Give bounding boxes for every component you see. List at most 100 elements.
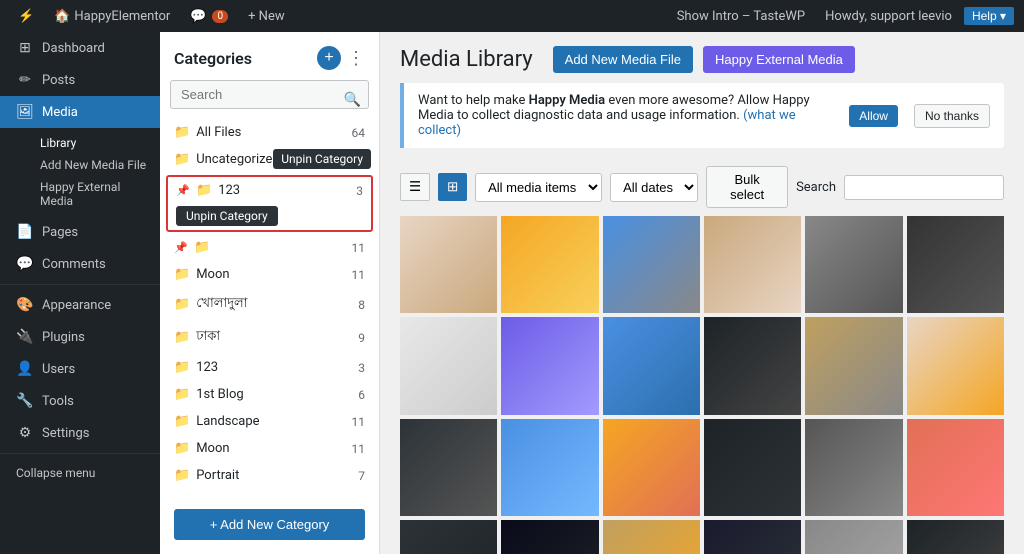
collapse-menu[interactable]: Collapse menu	[0, 458, 160, 488]
category-count: 3	[358, 361, 365, 375]
media-item[interactable]	[805, 520, 902, 554]
media-item[interactable]	[907, 216, 1004, 313]
folder-icon: 📁	[174, 360, 190, 375]
category-item-kholadula[interactable]: 📁 খোলাদুলা 8	[160, 288, 379, 321]
media-item[interactable]	[603, 419, 700, 516]
sidebar-label-pages: Pages	[42, 225, 78, 240]
howdy-item[interactable]: Howdy, support leevio	[817, 9, 960, 24]
category-item-123b[interactable]: 📁 123 3	[160, 354, 379, 381]
media-item[interactable]	[805, 419, 902, 516]
add-new-category-button[interactable]: + Add New Category	[174, 509, 365, 540]
category-item-pinned2[interactable]: 📌 📁 11	[160, 234, 379, 261]
sidebar-item-appearance[interactable]: 🎨 Appearance	[0, 289, 160, 321]
category-name: Landscape	[196, 414, 345, 429]
media-item[interactable]	[907, 419, 1004, 516]
sidebar-item-dashboard[interactable]: ⊞ Dashboard	[0, 32, 160, 64]
media-item[interactable]	[400, 419, 497, 516]
sidebar-item-settings[interactable]: ⚙ Settings	[0, 417, 160, 449]
help-button[interactable]: Help ▾	[964, 7, 1014, 25]
media-item[interactable]	[704, 520, 801, 554]
sidebar-sub-add-new[interactable]: Add New Media File	[32, 154, 160, 176]
media-item[interactable]	[805, 317, 902, 414]
category-count: 11	[352, 241, 366, 255]
wp-logo-icon: ⚡	[18, 9, 34, 24]
folder-icon: 📁	[174, 468, 190, 483]
sidebar-sub-library[interactable]: Library	[32, 132, 160, 154]
comment-icon: 💬	[190, 9, 206, 24]
sidebar-item-media[interactable]: 🖼 Media	[0, 96, 160, 128]
folder-icon: 📁	[174, 152, 190, 167]
unpin-category-button[interactable]: Unpin Category	[176, 206, 278, 226]
folder-icon: 📁	[174, 267, 190, 282]
folder-icon: 📁	[174, 387, 190, 402]
admin-bar-site[interactable]: 🏠 HappyElementor	[46, 0, 178, 32]
admin-bar-new[interactable]: + New	[240, 0, 293, 32]
media-item[interactable]	[501, 419, 598, 516]
media-submenu: Library Add New Media File Happy Externa…	[0, 128, 160, 216]
happy-external-media-button[interactable]: Happy External Media	[703, 46, 855, 73]
grid-view-button[interactable]: ⊞	[438, 173, 467, 201]
category-item-123[interactable]: 📌 📁 123 3	[168, 177, 371, 204]
category-name: 1st Blog	[196, 387, 352, 402]
media-item[interactable]	[907, 317, 1004, 414]
show-intro-item[interactable]: Show Intro – TasteWP	[669, 9, 813, 24]
add-category-button[interactable]: +	[317, 46, 341, 70]
sidebar-item-pages[interactable]: 📄 Pages	[0, 216, 160, 248]
admin-bar-comments[interactable]: 💬 0	[182, 0, 236, 32]
category-item-landscape[interactable]: 📁 Landscape 11	[160, 408, 379, 435]
media-item[interactable]	[704, 216, 801, 313]
category-item-portrait[interactable]: 📁 Portrait 7	[160, 462, 379, 489]
category-item-all-files[interactable]: 📁 All Files 64	[160, 119, 379, 146]
sidebar-item-posts[interactable]: ✏ Posts	[0, 64, 160, 96]
category-item-dhaka[interactable]: 📁 ঢাকা 9	[160, 321, 379, 354]
date-filter-select[interactable]: All dates	[610, 173, 698, 202]
media-filter-select[interactable]: All media items	[475, 173, 602, 202]
media-grid	[380, 216, 1024, 554]
categories-panel: Categories + ⋮ 🔍 📁 All Files 64	[160, 32, 380, 554]
add-new-media-button[interactable]: Add New Media File	[553, 46, 693, 73]
admin-bar-logo[interactable]: ⚡	[10, 0, 42, 32]
media-search-input[interactable]	[844, 175, 1004, 200]
category-name: 123	[196, 360, 352, 375]
media-item[interactable]	[603, 317, 700, 414]
sidebar-item-users[interactable]: 👤 Users	[0, 353, 160, 385]
category-item-moon2[interactable]: 📁 Moon 11	[160, 435, 379, 462]
media-item[interactable]	[805, 216, 902, 313]
admin-bar: ⚡ 🏠 HappyElementor 💬 0 + New Show Intro …	[0, 0, 1024, 32]
category-item-123-highlighted: 📌 📁 123 3 ➘ Unpin Category Unpin Categor…	[166, 175, 373, 232]
media-item[interactable]	[603, 520, 700, 554]
media-item[interactable]	[400, 317, 497, 414]
sidebar-separator-1	[0, 284, 160, 285]
categories-header-actions: + ⋮	[317, 46, 365, 70]
sidebar-item-comments[interactable]: 💬 Comments	[0, 248, 160, 280]
media-item[interactable]	[400, 520, 497, 554]
media-item[interactable]	[400, 216, 497, 313]
media-item[interactable]	[501, 520, 598, 554]
no-thanks-button[interactable]: No thanks	[914, 104, 990, 128]
media-toolbar: ☰ ⊞ All media items All dates Bulk selec…	[380, 158, 1024, 216]
media-item[interactable]	[501, 317, 598, 414]
category-count: 8	[358, 298, 365, 312]
media-item[interactable]	[603, 216, 700, 313]
media-item[interactable]	[907, 520, 1004, 554]
bulk-select-button[interactable]: Bulk select	[706, 166, 788, 208]
category-name: Moon	[196, 267, 345, 282]
category-name: খোলাদুলা	[196, 294, 352, 315]
search-label: Search	[796, 180, 836, 195]
category-item-1st-blog[interactable]: 📁 1st Blog 6	[160, 381, 379, 408]
sidebar-item-plugins[interactable]: 🔌 Plugins	[0, 321, 160, 353]
category-item-moon[interactable]: 📁 Moon 11	[160, 261, 379, 288]
sidebar-label-posts: Posts	[42, 73, 75, 88]
media-item[interactable]	[704, 419, 801, 516]
plugins-icon: 🔌	[16, 329, 34, 345]
media-item[interactable]	[501, 216, 598, 313]
folder-icon: 📁	[194, 240, 210, 255]
allow-button[interactable]: Allow	[849, 105, 898, 127]
sidebar-sub-happy-external[interactable]: Happy External Media	[32, 176, 160, 212]
category-search-input[interactable]	[170, 80, 369, 109]
sidebar-item-tools[interactable]: 🔧 Tools	[0, 385, 160, 417]
list-view-button[interactable]: ☰	[400, 173, 430, 201]
more-options-button[interactable]: ⋮	[347, 48, 365, 69]
media-item[interactable]	[704, 317, 801, 414]
pin-icon: 📌	[176, 184, 188, 197]
